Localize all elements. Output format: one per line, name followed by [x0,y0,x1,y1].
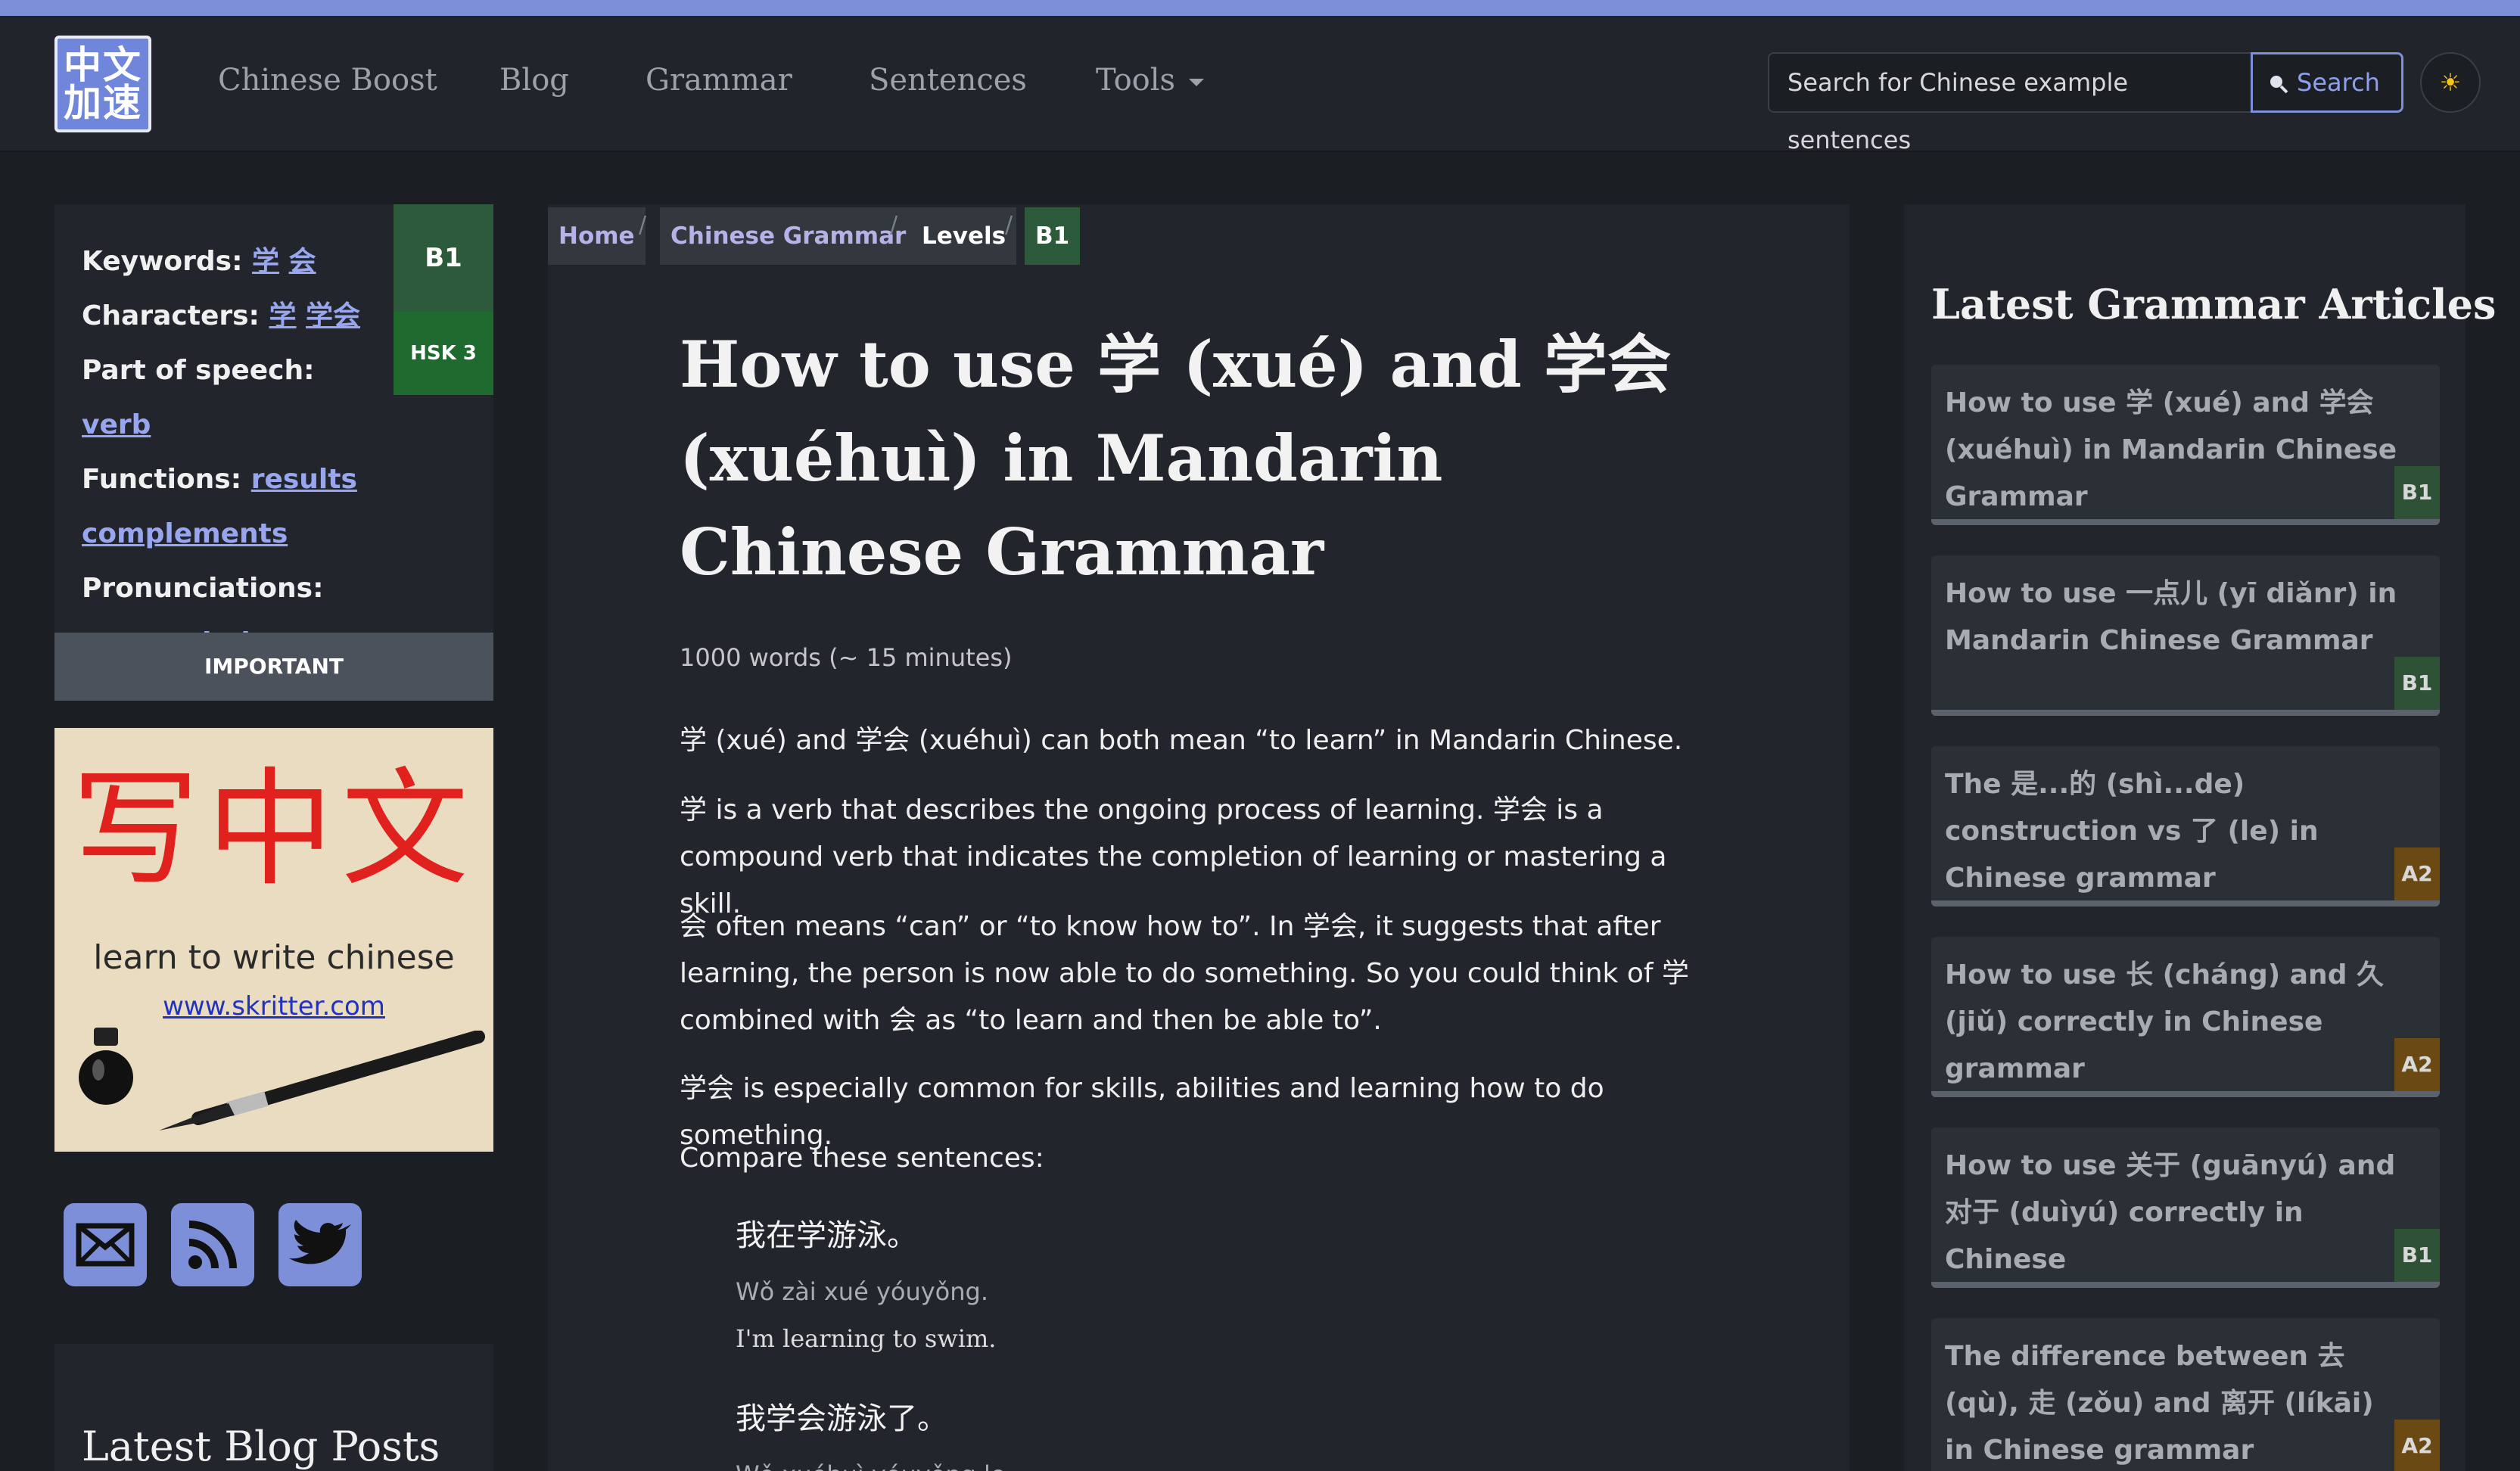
email-link[interactable] [64,1203,147,1286]
grammar-info-card: Keywords: 学 会 Characters: 学 学会 Part of s… [54,204,493,701]
latest-grammar-sidebar: Latest Grammar Articles How to use 学 (xu… [1904,204,2496,1471]
page-title: How to use 学 (xué) and 学会 (xuéhuì) in Ma… [680,327,1672,589]
grammar-article-card[interactable]: The 是...的 (shì...de) construction vs 了 (… [1931,746,2440,907]
example-sentence-pinyin: Wǒ xuéhuì yóuyǒng le. [736,1460,1013,1471]
rss-icon [188,1221,237,1269]
example-sentence-pinyin: Wǒ zài xué yóuyǒng. [736,1277,989,1306]
reading-time: 1000 words (~ 15 minutes) [680,643,1013,672]
article-paragraph: 学 (xué) and 学会 (xuéhuì) can both mean “t… [680,725,1683,756]
pronunciations-label: Pronunciations: [82,573,324,604]
ad-url: www.skritter.com [163,991,385,1022]
nav-chinese-boost[interactable]: Chinese Boost [218,63,437,98]
pos-label: Part of speech: [82,355,315,386]
breadcrumb-levels[interactable]: Levels [911,207,1017,265]
breadcrumb-separator: / [639,212,647,238]
navbar: 中文加速 Chinese Boost Blog Grammar Sentence… [0,16,2520,154]
sun-icon: ☀ [2439,68,2462,97]
grammar-article-title: The difference between 去 (qù), 走 (zǒu) a… [1945,1341,2374,1466]
grammar-article-card[interactable]: How to use 学 (xué) and 学会 (xuéhuì) in Ma… [1931,365,2440,525]
breadcrumb-level-b1[interactable]: B1 [1025,207,1081,265]
article-main: Home / Chinese Grammar / Levels / B1 How… [548,204,1850,1471]
twitter-link[interactable] [278,1203,362,1286]
example-sentence-english: I'm learning to swim. [736,1324,997,1353]
level-badge: A2 [2394,1038,2440,1091]
characters-row: Characters: 学 学会 [82,289,384,344]
skritter-ad[interactable]: 写中文 learn to write chinese www.skritter.… [54,728,493,1152]
rss-link[interactable] [171,1203,254,1286]
level-badge: A2 [2394,847,2440,900]
twitter-icon [289,1220,351,1264]
ad-subtitle: learn to write chinese [93,938,455,977]
grammar-article-card[interactable]: The difference between 去 (qù), 走 (zǒu) a… [1931,1318,2440,1471]
example-sentence-chinese: 我在学游泳。 [736,1218,917,1253]
grammar-article-card[interactable]: How to use 长 (cháng) and 久 (jiǔ) correct… [1931,937,2440,1097]
grammar-article-title: How to use 学 (xué) and 学会 (xuéhuì) in Ma… [1945,387,2397,512]
ad-chinese-characters: 写中文 [72,755,476,903]
email-icon [76,1223,135,1267]
level-badge: B1 [2394,1229,2440,1282]
functions-row: Functions: results complements [82,452,384,561]
grammar-info-lines: Keywords: 学 会 Characters: 学 学会 Part of s… [82,235,384,670]
breadcrumb-separator: / [890,212,898,238]
search-button-label: Search [2297,68,2380,97]
search-button[interactable]: Search [2251,52,2403,113]
functions-label: Functions: [82,464,242,495]
level-badge: A2 [2394,1420,2440,1471]
top-accent-stripe [0,0,2520,16]
example-sentence-chinese: 我学会游泳了。 [736,1401,947,1436]
characters-label: Characters: [82,300,260,331]
hsk-badge[interactable]: HSK 3 [394,312,493,395]
latest-grammar-heading: Latest Grammar Articles [1931,280,2497,328]
keywords-label: Keywords: [82,246,243,277]
character-link[interactable]: 学会 [306,300,360,331]
level-badge: B1 [2394,466,2440,519]
keywords-row: Keywords: 学 会 [82,235,384,289]
nav-blog[interactable]: Blog [499,63,569,98]
logo-text: 中文加速 [64,43,142,125]
search-input[interactable]: Search for Chinese example sentences [1768,52,2252,154]
site-logo[interactable]: 中文加速 [54,36,151,132]
nav-grammar[interactable]: Grammar [646,63,792,98]
breadcrumb-home[interactable]: Home [548,207,646,265]
grammar-article-title: How to use 关于 (guānyú) and 对于 (duìyú) co… [1945,1150,2396,1275]
chevron-down-icon [1189,79,1205,86]
grammar-article-title: The 是...的 (shì...de) construction vs 了 (… [1945,769,2319,894]
grammar-article-card[interactable]: How to use 关于 (guānyú) and 对于 (duìyú) co… [1931,1127,2440,1288]
breadcrumb-chinese-grammar[interactable]: Chinese Grammar [660,207,917,265]
character-link[interactable]: 学 [269,300,296,331]
keyword-link[interactable]: 会 [289,246,316,277]
pos-link[interactable]: verb [82,409,151,440]
level-badge[interactable]: B1 [394,204,493,312]
grammar-article-card[interactable]: How to use 一点儿 (yī diǎnr) in Mandarin Ch… [1931,555,2440,716]
grammar-article-title: How to use 长 (cháng) and 久 (jiǔ) correct… [1945,959,2384,1084]
brush-icon [159,1031,485,1130]
pos-row: Part of speech: verb [82,344,384,452]
important-tag[interactable]: IMPORTANT [54,633,493,701]
article-paragraph: 会 often means “can” or “to know how to”.… [680,911,1689,1036]
latest-blog-posts-heading: Latest Blog Posts [82,1423,440,1470]
keyword-link[interactable]: 学 [252,246,279,277]
breadcrumb-separator: / [1005,212,1013,238]
nav-tools-label: Tools [1096,63,1176,98]
grammar-article-title: How to use 一点儿 (yī diǎnr) in Mandarin Ch… [1945,578,2397,656]
latest-blog-posts-card: Latest Blog Posts [54,1344,493,1471]
level-badge: B1 [2394,657,2440,710]
nav-tools-dropdown[interactable]: Tools [1096,63,1205,98]
ink-bottle-icon [79,1028,133,1105]
search-icon [2270,76,2288,94]
theme-toggle-button[interactable]: ☀ [2420,52,2481,113]
nav-sentences[interactable]: Sentences [869,63,1027,98]
article-paragraph: Compare these sentences: [680,1143,1044,1174]
